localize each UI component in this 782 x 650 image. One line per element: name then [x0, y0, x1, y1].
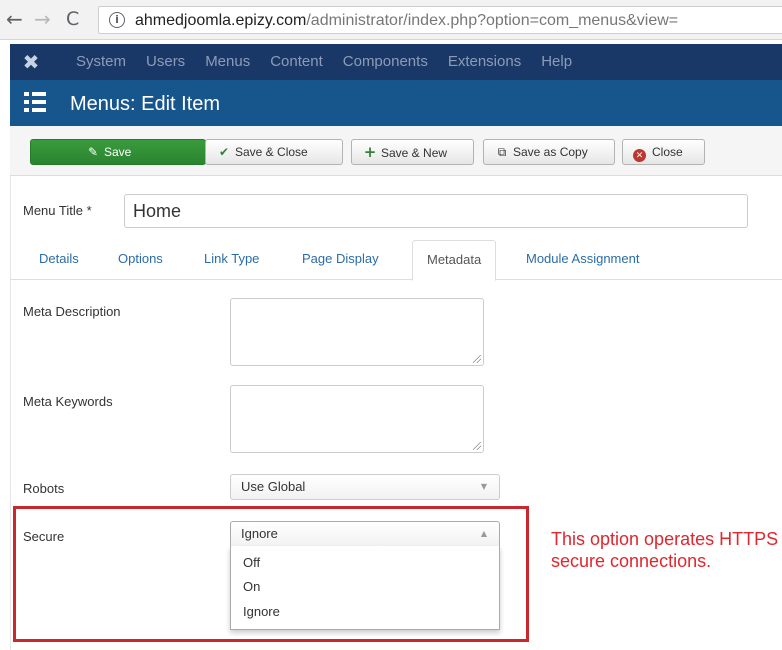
highlight-box: [13, 506, 529, 642]
meta-description-label: Meta Description: [23, 304, 121, 319]
tab-link-type[interactable]: Link Type: [204, 240, 259, 280]
url-text: ahmedjoomla.epizy.com/administrator/inde…: [135, 12, 678, 30]
menu-content[interactable]: Content: [270, 44, 323, 80]
chevron-down-icon: ▼: [480, 482, 487, 491]
list-icon: [24, 92, 46, 112]
save-button[interactable]: ✎ Save: [30, 139, 206, 165]
menu-system[interactable]: System: [76, 44, 126, 80]
menu-menus[interactable]: Menus: [205, 44, 250, 80]
tab-metadata[interactable]: Metadata: [412, 240, 497, 281]
tab-options[interactable]: Options: [118, 240, 163, 280]
admin-menubar: ✖ System Users Menus Content Components …: [10, 44, 782, 80]
url-path: /administrator/index.php?option=com_menu…: [306, 12, 679, 29]
menu-title-input[interactable]: Home: [124, 194, 748, 228]
meta-keywords-label: Meta Keywords: [23, 394, 113, 409]
page-header: Menus: Edit Item: [10, 80, 782, 126]
browser-toolbar: ← → C i ahmedjoomla.epizy.com/administra…: [0, 0, 782, 40]
copy-icon: ⧉: [497, 145, 507, 159]
save-copy-button[interactable]: ⧉ Save as Copy: [483, 139, 615, 165]
joomla-logo-icon[interactable]: ✖: [20, 51, 42, 73]
tab-module-assignment[interactable]: Module Assignment: [526, 240, 639, 280]
close-label: Close: [652, 145, 683, 159]
tab-page-display[interactable]: Page Display: [302, 240, 379, 280]
menu-users[interactable]: Users: [146, 44, 185, 80]
plus-icon: +: [363, 143, 377, 161]
robots-select[interactable]: Use Global ▼: [230, 474, 500, 500]
edit-icon: ✎: [87, 145, 99, 159]
save-new-button[interactable]: + Save & New: [351, 139, 474, 165]
action-toolbar: ✎ Save ✔ Save & Close + Save & New ⧉ Save as…: [10, 126, 782, 176]
back-arrow-icon[interactable]: ←: [6, 8, 23, 30]
resize-grip-icon[interactable]: [473, 442, 481, 450]
close-icon: ✕: [633, 149, 646, 162]
robots-label: Robots: [23, 481, 65, 496]
close-button[interactable]: ✕ Close: [622, 139, 705, 165]
save-close-button[interactable]: ✔ Save & Close: [205, 139, 343, 165]
annotation-text: This option operates HTTPS secure connec…: [551, 529, 779, 571]
save-button-label: Save: [104, 145, 132, 159]
save-close-label: Save & Close: [235, 145, 308, 159]
menubar-items: System Users Menus Content Components Ex…: [76, 44, 592, 80]
save-copy-label: Save as Copy: [513, 145, 588, 159]
check-icon: ✔: [218, 145, 230, 159]
meta-description-textarea[interactable]: [230, 298, 484, 366]
info-icon[interactable]: i: [109, 12, 125, 28]
save-new-label: Save & New: [381, 146, 448, 160]
reload-icon[interactable]: C: [66, 8, 79, 30]
resize-grip-icon[interactable]: [473, 355, 481, 363]
menu-title-label: Menu Title *: [23, 203, 92, 218]
page-title: Menus: Edit Item: [70, 93, 221, 115]
meta-keywords-textarea[interactable]: [230, 385, 484, 453]
address-bar[interactable]: i ahmedjoomla.epizy.com/administrator/in…: [98, 6, 782, 34]
tab-bar: Details Options Link Type Page Display M…: [10, 240, 782, 281]
forward-arrow-icon[interactable]: →: [34, 8, 51, 30]
robots-selected-value: Use Global: [241, 479, 306, 494]
url-host: ahmedjoomla.epizy.com: [135, 12, 307, 29]
menu-components[interactable]: Components: [343, 44, 428, 80]
menu-extensions[interactable]: Extensions: [448, 44, 521, 80]
tab-details[interactable]: Details: [39, 240, 79, 280]
menu-help[interactable]: Help: [541, 44, 572, 80]
